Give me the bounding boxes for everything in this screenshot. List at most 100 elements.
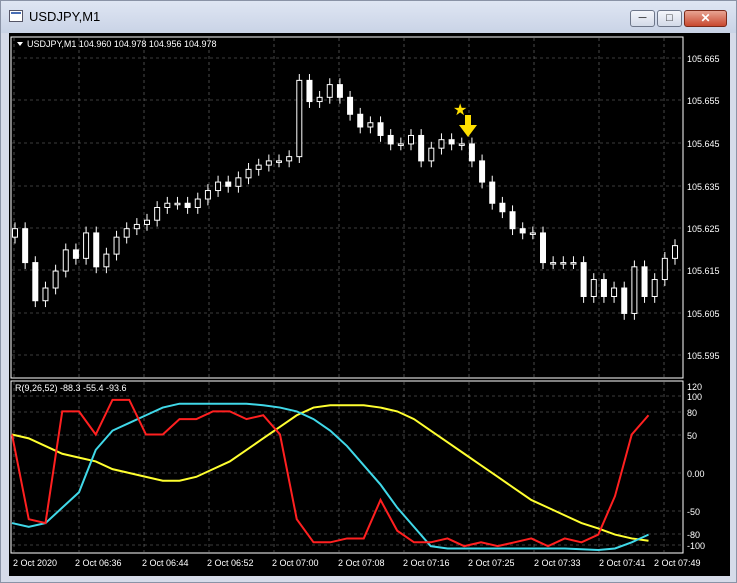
maximize-icon: □ — [666, 12, 673, 24]
bull-candle — [103, 253, 110, 268]
indicator-tick: 100 — [687, 392, 702, 402]
time-axis[interactable]: 2 Oct 2020 2 Oct 06:36 2 Oct 06:44 2 Oct… — [13, 558, 701, 568]
bear-candle — [347, 96, 354, 115]
bull-candle — [570, 262, 577, 265]
bull-candle — [123, 228, 130, 238]
price-tick: 105.625 — [687, 224, 720, 234]
bull-candle — [133, 223, 140, 230]
bull-candle — [316, 96, 323, 103]
bull-candle — [296, 79, 303, 158]
bull-candle — [83, 232, 90, 259]
bull-candle — [113, 236, 120, 255]
chart-area[interactable]: USDJPY,M1 104.960 104.978 104.956 104.97… — [9, 33, 730, 576]
minimize-icon: ─ — [638, 12, 647, 24]
chart-window-icon — [9, 10, 23, 22]
time-tick: 2 Oct 06:36 — [75, 558, 122, 568]
bear-candle — [225, 181, 232, 187]
indicator-tick: -50 — [687, 507, 700, 517]
bull-candle — [550, 262, 557, 265]
price-tick: 105.605 — [687, 309, 720, 319]
bull-candle — [408, 134, 414, 145]
bull-candle — [326, 84, 333, 98]
chart-menu-triangle-icon[interactable] — [17, 42, 23, 46]
bear-candle — [184, 202, 191, 208]
bull-candle — [12, 228, 18, 238]
bear-candle — [22, 228, 29, 264]
bull-candle — [215, 181, 222, 192]
indicator-header: R(9,26,52) -88.3 -55.4 -93.6 — [15, 383, 127, 393]
main-pane-border — [10, 36, 684, 379]
bear-candle — [540, 232, 546, 264]
indicator-tick: -100 — [687, 541, 705, 551]
bear-candle — [306, 79, 313, 103]
bull-candle — [286, 156, 293, 162]
bull-candle — [164, 202, 171, 208]
title-bar[interactable]: USDJPY,M1 ─ □ ✕ — [1, 1, 736, 33]
bear-candle — [387, 134, 394, 145]
time-tick: 2 Oct 2020 — [13, 558, 57, 568]
price-axis[interactable]: 105.665 105.655 105.645 105.635 105.625 … — [687, 54, 720, 361]
indicator-axis[interactable]: 120 100 80 50 0.00 -50 -80 -100 — [687, 382, 705, 551]
price-tick: 105.615 — [687, 266, 720, 276]
price-chart-svg[interactable]: USDJPY,M1 104.960 104.978 104.956 104.97… — [9, 33, 730, 576]
indicator-tick: 50 — [687, 431, 697, 441]
chart-window: USDJPY,M1 ─ □ ✕ USDJPY,M1 104.960 104.97… — [0, 0, 737, 583]
bull-candle — [255, 164, 262, 170]
bear-candle — [93, 232, 100, 268]
bull-candle — [438, 139, 445, 149]
bear-candle — [468, 143, 475, 162]
price-tick: 105.645 — [687, 139, 720, 149]
time-tick: 2 Oct 07:00 — [272, 558, 319, 568]
minimize-button[interactable]: ─ — [630, 10, 655, 27]
close-icon: ✕ — [700, 11, 711, 25]
indicator-lines — [11, 398, 650, 552]
bear-candle — [448, 139, 455, 145]
indicator-tick: -80 — [687, 530, 700, 540]
bear-candle — [377, 122, 384, 136]
time-tick: 2 Oct 07:25 — [468, 558, 515, 568]
bull-candle — [144, 219, 150, 225]
bear-candle — [32, 262, 39, 302]
bear-candle — [357, 113, 364, 128]
bull-candle — [661, 257, 668, 281]
bear-candle — [479, 160, 486, 183]
close-button[interactable]: ✕ — [684, 10, 727, 27]
candles — [12, 74, 678, 320]
time-tick: 2 Oct 07:49 — [654, 558, 701, 568]
time-tick: 2 Oct 07:16 — [403, 558, 450, 568]
bull-candle — [631, 266, 638, 314]
bull-candle — [265, 160, 272, 166]
indicator-tick: 80 — [687, 408, 697, 418]
bear-candle — [336, 84, 343, 98]
bull-candle — [458, 143, 465, 146]
bull-candle — [174, 202, 181, 206]
indicator-tick: 120 — [687, 382, 702, 392]
bull-candle — [367, 122, 374, 128]
time-tick: 2 Oct 07:33 — [534, 558, 581, 568]
bear-candle — [489, 181, 496, 204]
bull-candle — [62, 249, 69, 272]
main-chart-header: USDJPY,M1 104.960 104.978 104.956 104.97… — [27, 39, 216, 49]
time-tick: 2 Oct 07:08 — [338, 558, 385, 568]
window-title: USDJPY,M1 — [29, 9, 101, 24]
bull-candle — [397, 143, 404, 146]
bull-candle — [651, 279, 658, 297]
maximize-button[interactable]: □ — [657, 10, 682, 27]
bull-candle — [672, 245, 678, 259]
bear-candle — [499, 202, 506, 213]
price-tick: 105.665 — [687, 54, 720, 64]
bull-candle — [276, 160, 282, 163]
bull-candle — [560, 262, 567, 265]
bull-candle — [245, 168, 252, 179]
bull-candle — [590, 279, 597, 297]
bull-candle — [235, 177, 242, 187]
time-tick: 2 Oct 06:44 — [142, 558, 189, 568]
bear-candle — [621, 287, 628, 314]
bear-candle — [580, 262, 587, 297]
bull-candle — [52, 270, 59, 289]
bull-candle — [154, 207, 161, 221]
bull-candle — [204, 190, 211, 200]
indicator-tick: 0.00 — [687, 469, 705, 479]
bear-candle — [519, 228, 526, 234]
price-tick: 105.635 — [687, 182, 720, 192]
